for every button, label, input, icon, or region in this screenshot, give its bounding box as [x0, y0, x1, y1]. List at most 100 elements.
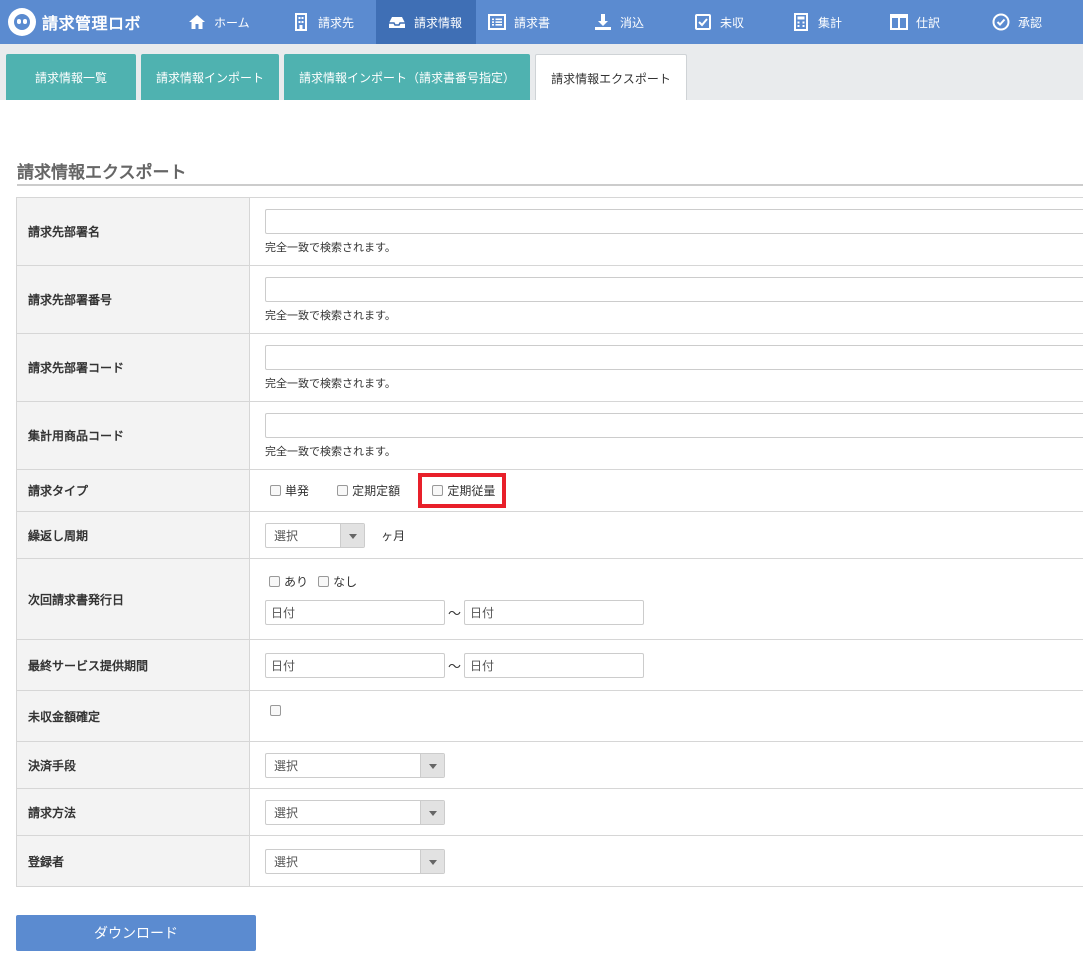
tab-billing-info-list[interactable]: 請求情報一覧: [6, 54, 136, 100]
field-value-cell: 完全一致で検索されます。: [249, 333, 1083, 402]
main-content: 請求情報エクスポート 請求先部署名 完全一致で検索されます。 請求先部署番号 完…: [0, 100, 1083, 958]
nav-item-invoice[interactable]: 請求書: [476, 0, 582, 44]
has-next-issue-option[interactable]: あり: [269, 573, 314, 590]
nav-item-billing-destination[interactable]: 請求先: [280, 0, 376, 44]
exact-match-hint: 完全一致で検索されます。: [265, 308, 396, 322]
field-value-cell: 選択: [249, 788, 1083, 836]
nav-item-label: 未収: [720, 15, 745, 30]
billing-method-select[interactable]: 選択: [265, 799, 445, 825]
range-separator: ～: [448, 659, 462, 675]
nav-item-label: 請求先: [318, 15, 355, 30]
next-issue-options: あり なし: [265, 573, 1083, 591]
calculator-icon: [792, 13, 810, 31]
nav-item-label: 請求書: [514, 15, 551, 30]
form-row: 次回請求書発行日 あり なし 日付～日付: [16, 558, 1083, 640]
app-logo[interactable]: 請求管理ロボ: [0, 0, 176, 44]
no-next-issue-option[interactable]: なし: [318, 573, 377, 590]
last-service-date-to[interactable]: 日付: [464, 652, 645, 678]
field-value-cell: 単発 定期定額 定期従量: [249, 469, 1083, 512]
app-title: 請求管理ロボ: [42, 14, 142, 33]
tab-billing-info-import-invoice-number[interactable]: 請求情報インポート（請求書番号指定）: [284, 54, 530, 100]
billing-dept-name-input[interactable]: [265, 208, 1083, 234]
form-row: 請求先部署名 完全一致で検索されます。: [16, 197, 1083, 266]
select-value: 選択: [274, 805, 299, 820]
select-value: 選択: [274, 758, 299, 773]
select-value: 選択: [274, 854, 299, 869]
field-label: 未収金額確定: [16, 690, 250, 742]
registrant-select[interactable]: 選択: [265, 848, 445, 874]
aggregate-product-code-input[interactable]: [265, 412, 1083, 438]
tab-label: 請求情報一覧: [34, 70, 107, 85]
checkbox-icon: [694, 13, 712, 31]
tab-label: 請求情報エクスポート: [551, 71, 671, 86]
nav-item-label: 集計: [818, 15, 843, 30]
checkbox-label: 単発: [285, 484, 310, 498]
nav-item-home[interactable]: ホーム: [176, 0, 280, 44]
last-service-date-from[interactable]: 日付: [265, 652, 445, 678]
payment-method-select[interactable]: 選択: [265, 752, 445, 778]
tab-bar: 請求情報一覧 請求情報インポート 請求情報インポート（請求書番号指定） 請求情報…: [0, 44, 1083, 101]
inbox-icon: [388, 13, 406, 31]
field-value-cell: 選択: [249, 741, 1083, 789]
form-row: 請求先部署コード 完全一致で検索されます。: [16, 333, 1083, 402]
field-value-cell: 日付～日付: [249, 639, 1083, 691]
field-value-cell: あり なし 日付～日付: [249, 558, 1083, 640]
export-form-table: 請求先部署名 完全一致で検索されます。 請求先部署番号 完全一致で検索されます。…: [16, 197, 1083, 887]
field-label: 決済手段: [16, 741, 250, 789]
field-value-cell: [249, 690, 1083, 742]
field-label: 次回請求書発行日: [16, 558, 250, 640]
field-label: 登録者: [16, 835, 250, 887]
form-row: 繰返し周期 選択 ヶ月: [16, 511, 1083, 559]
nav-item-aggregate[interactable]: 集計: [780, 0, 878, 44]
nav-item-billing-info[interactable]: 請求情報: [376, 0, 476, 44]
checkbox-label: 定期従量: [447, 484, 496, 498]
repeat-cycle-select[interactable]: 選択: [265, 522, 365, 548]
next-issue-date-from[interactable]: 日付: [265, 600, 445, 625]
nav-item-reconcile[interactable]: 消込: [582, 0, 682, 44]
form-row: 集計用商品コード 完全一致で検索されます。: [16, 401, 1083, 470]
field-value-cell: 完全一致で検索されます。: [249, 265, 1083, 334]
download-button[interactable]: ダウンロード: [16, 915, 256, 951]
unpaid-amount-confirmed-checkbox[interactable]: [270, 705, 281, 716]
chevron-down-icon: [420, 849, 444, 873]
field-label: 集計用商品コード: [16, 401, 250, 470]
form-row: 登録者 選択: [16, 835, 1083, 887]
unit-label: ヶ月: [381, 528, 406, 543]
metered-checkbox[interactable]: [432, 485, 444, 496]
field-value-cell: 選択 ヶ月: [249, 511, 1083, 559]
field-label: 請求先部署名: [16, 197, 250, 266]
checkbox-label: なし: [333, 575, 358, 589]
billing-type-one-time[interactable]: 単発: [270, 482, 329, 499]
nav-item-uncollected[interactable]: 未収: [682, 0, 780, 44]
checkbox-label: 定期定額: [352, 484, 401, 498]
has-next-issue-checkbox[interactable]: [269, 576, 280, 587]
chevron-down-icon: [420, 800, 444, 824]
billing-type-fixed-amount[interactable]: 定期定額: [337, 482, 420, 499]
nav-item-approval[interactable]: 承認: [980, 0, 1070, 44]
tab-billing-info-export[interactable]: 請求情報エクスポート: [535, 54, 687, 101]
checkbox-label: あり: [284, 575, 309, 589]
tab-label: 請求情報インポート: [155, 70, 264, 85]
title-divider: [17, 184, 1083, 186]
exact-match-hint: 完全一致で検索されます。: [265, 240, 396, 254]
highlight-box: 定期従量: [418, 473, 507, 508]
field-label: 繰返し周期: [16, 511, 250, 559]
fixed-amount-checkbox[interactable]: [337, 485, 349, 496]
billing-dept-number-input[interactable]: [265, 276, 1083, 302]
form-row: 請求タイプ 単発 定期定額 定期従量: [16, 469, 1083, 512]
tab-label: 請求情報インポート（請求書番号指定）: [298, 70, 515, 85]
no-next-issue-checkbox[interactable]: [318, 576, 330, 587]
tab-billing-info-import[interactable]: 請求情報インポート: [141, 54, 279, 100]
nav-item-label: 請求情報: [414, 15, 463, 30]
one-time-checkbox[interactable]: [270, 485, 281, 496]
field-value-cell: 選択: [249, 835, 1083, 887]
page-title: 請求情報エクスポート: [17, 163, 187, 183]
field-label: 請求先部署コード: [16, 333, 250, 402]
form-row: 請求先部署番号 完全一致で検索されます。: [16, 265, 1083, 334]
range-separator: ～: [448, 607, 462, 622]
billing-dept-code-input[interactable]: [265, 344, 1083, 370]
nav-item-label: 承認: [1018, 15, 1043, 30]
next-issue-date-to[interactable]: 日付: [464, 600, 645, 625]
form-row: 請求方法 選択: [16, 788, 1083, 836]
nav-item-journal[interactable]: 仕訳: [878, 0, 980, 44]
